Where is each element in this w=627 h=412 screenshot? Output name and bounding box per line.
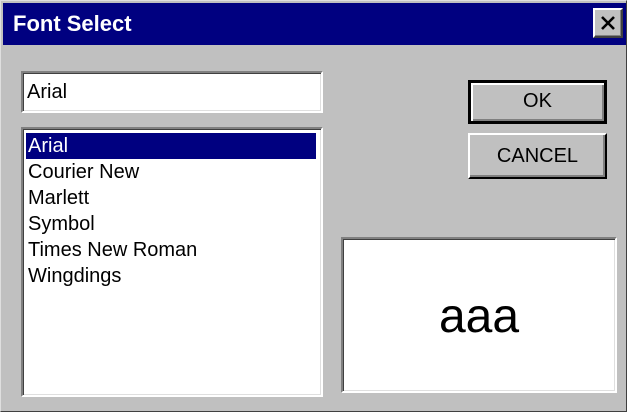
title-bar[interactable]: Font Select bbox=[3, 3, 626, 45]
list-item-wingdings[interactable]: Wingdings bbox=[26, 263, 316, 289]
close-icon bbox=[601, 16, 615, 30]
font-preview-box: aaa bbox=[341, 237, 617, 393]
list-item-times-new-roman[interactable]: Times New Roman bbox=[26, 237, 316, 263]
cancel-button[interactable]: CANCEL bbox=[468, 133, 607, 179]
list-item-symbol[interactable]: Symbol bbox=[26, 211, 316, 237]
ok-button[interactable]: OK bbox=[468, 80, 607, 124]
list-item-arial[interactable]: Arial bbox=[26, 133, 316, 159]
font-select-dialog: Font Select Arial Courier New Marlett Sy… bbox=[0, 0, 627, 412]
list-item-courier-new[interactable]: Courier New bbox=[26, 159, 316, 185]
font-listbox[interactable]: Arial Courier New Marlett Symbol Times N… bbox=[21, 127, 323, 397]
window-title: Font Select bbox=[13, 11, 132, 36]
list-item-marlett[interactable]: Marlett bbox=[26, 185, 316, 211]
font-list: Arial Courier New Marlett Symbol Times N… bbox=[23, 129, 321, 289]
preview-sample-text: aaa bbox=[438, 290, 520, 343]
close-button[interactable] bbox=[593, 8, 623, 38]
font-name-field[interactable] bbox=[21, 71, 323, 113]
font-name-input[interactable] bbox=[27, 77, 317, 107]
